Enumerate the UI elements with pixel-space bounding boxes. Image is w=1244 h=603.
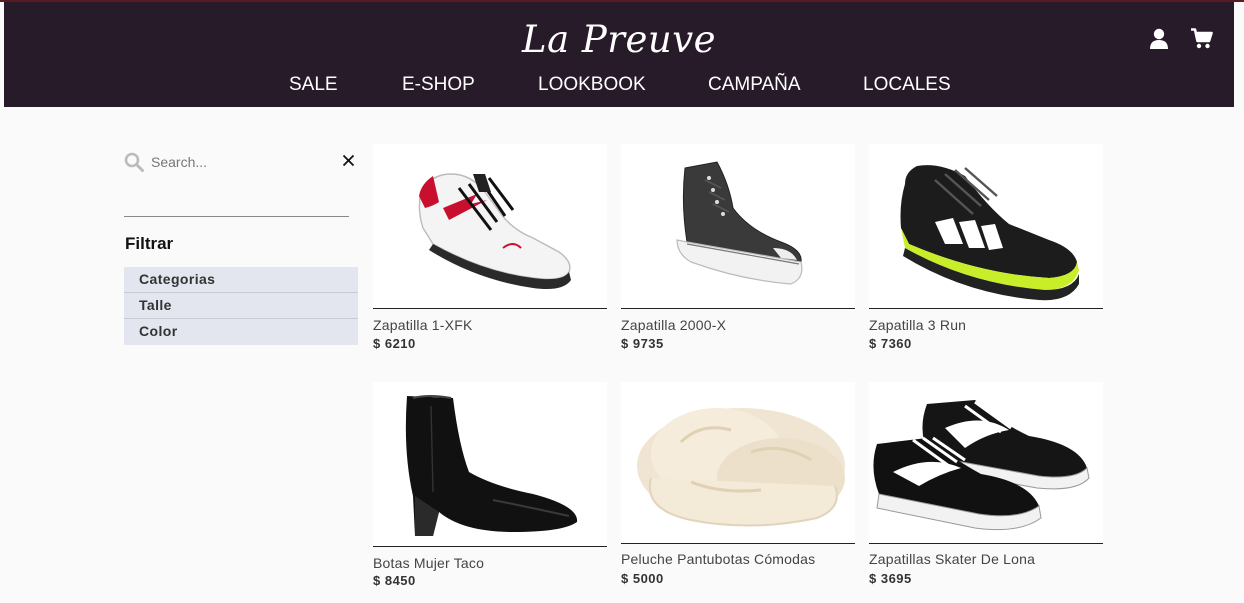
product-price: $ 9735 bbox=[621, 336, 664, 351]
product-divider bbox=[869, 543, 1103, 544]
product-image-fluffy-slipper[interactable] bbox=[621, 382, 855, 543]
product-image-white-tennis-sneaker[interactable] bbox=[373, 144, 607, 308]
product-divider bbox=[869, 308, 1103, 309]
close-icon[interactable] bbox=[342, 154, 355, 172]
nav-item-lookbook[interactable]: LOOKBOOK bbox=[538, 74, 646, 96]
product-image-black-skate-shoes[interactable] bbox=[869, 382, 1103, 543]
product-image-black-high-top-sneaker[interactable] bbox=[621, 144, 855, 308]
filter-item-categorias[interactable]: Categorias bbox=[124, 267, 358, 293]
nav-item-sale[interactable]: SALE bbox=[289, 74, 338, 96]
product-name[interactable]: Zapatillas Skater De Lona bbox=[869, 551, 1035, 567]
site-logo[interactable]: La Preuve bbox=[4, 18, 1234, 61]
product-image-black-running-shoe[interactable] bbox=[869, 144, 1103, 308]
filter-item-color[interactable]: Color bbox=[124, 319, 358, 345]
filter-list: Categorias Talle Color bbox=[124, 267, 358, 345]
product-divider bbox=[621, 543, 855, 544]
product-name[interactable]: Zapatilla 2000-X bbox=[621, 317, 726, 333]
main-nav: SALE E-SHOP LOOKBOOK CAMPAÑA LOCALES bbox=[4, 74, 1234, 98]
search-icon bbox=[124, 152, 144, 177]
product-image-black-heeled-boot[interactable] bbox=[373, 382, 607, 546]
filter-item-talle[interactable]: Talle bbox=[124, 293, 358, 319]
nav-item-campana[interactable]: CAMPAÑA bbox=[708, 74, 801, 96]
product-name[interactable]: Peluche Pantubotas Cómodas bbox=[621, 551, 815, 567]
search-input[interactable] bbox=[151, 151, 321, 173]
site-header: La Preuve SALE E-SHOP LOOKBOOK CAMPAÑA L… bbox=[4, 2, 1234, 107]
product-name[interactable]: Zapatilla 1-XFK bbox=[373, 317, 472, 333]
product-divider bbox=[373, 546, 607, 547]
product-price: $ 8450 bbox=[373, 573, 416, 588]
nav-item-eshop[interactable]: E-SHOP bbox=[402, 74, 475, 96]
product-name[interactable]: Botas Mujer Taco bbox=[373, 555, 484, 571]
product-price: $ 6210 bbox=[373, 336, 416, 351]
page: La Preuve SALE E-SHOP LOOKBOOK CAMPAÑA L… bbox=[0, 0, 1244, 603]
user-icon[interactable] bbox=[1149, 28, 1169, 55]
product-divider bbox=[373, 308, 607, 309]
filter-title: Filtrar bbox=[125, 234, 174, 253]
nav-item-locales[interactable]: LOCALES bbox=[863, 74, 951, 96]
search-bar bbox=[124, 148, 358, 176]
product-price: $ 5000 bbox=[621, 571, 664, 586]
product-price: $ 3695 bbox=[869, 571, 912, 586]
product-price: $ 7360 bbox=[869, 336, 912, 351]
product-name[interactable]: Zapatilla 3 Run bbox=[869, 317, 966, 333]
search-underline bbox=[124, 216, 349, 217]
product-divider bbox=[621, 308, 855, 309]
cart-icon[interactable] bbox=[1191, 28, 1213, 54]
